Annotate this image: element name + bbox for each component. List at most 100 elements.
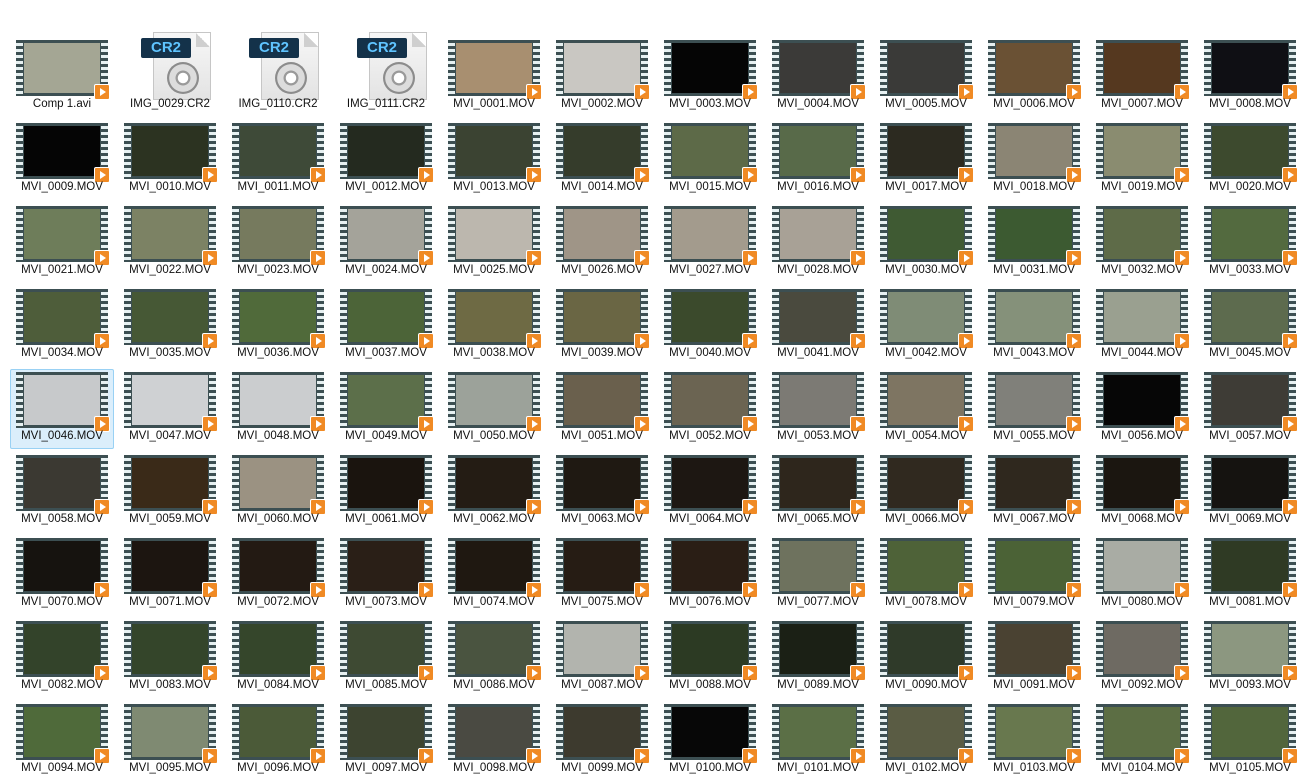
video-file-item[interactable]: MVI_0053.MOV [766,369,870,449]
video-file-item[interactable]: MVI_0054.MOV [874,369,978,449]
cr2-file-item[interactable]: CR2 IMG_0110.CR2 [226,32,330,117]
video-file-item[interactable]: MVI_0088.MOV [658,618,762,698]
video-file-item[interactable]: MVI_0004.MOV [766,37,870,117]
video-file-item[interactable]: MVI_0064.MOV [658,452,762,532]
video-file-item[interactable]: MVI_0092.MOV [1090,618,1194,698]
video-file-item[interactable]: MVI_0005.MOV [874,37,978,117]
video-file-item[interactable]: MVI_0066.MOV [874,452,978,532]
cr2-file-item[interactable]: CR2 IMG_0111.CR2 [334,32,438,117]
video-file-item[interactable]: MVI_0071.MOV [118,535,222,615]
video-file-item[interactable]: MVI_0030.MOV [874,203,978,283]
video-file-item[interactable]: MVI_0033.MOV [1198,203,1302,283]
video-file-item[interactable]: MVI_0095.MOV [118,701,222,781]
video-file-item[interactable]: MVI_0016.MOV [766,120,870,200]
video-file-item[interactable]: MVI_0035.MOV [118,286,222,366]
video-file-item[interactable]: Comp 1.avi [10,37,114,117]
video-file-item[interactable]: MVI_0059.MOV [118,452,222,532]
video-file-item[interactable]: MVI_0040.MOV [658,286,762,366]
video-file-item[interactable]: MVI_0073.MOV [334,535,438,615]
video-file-item[interactable]: MVI_0044.MOV [1090,286,1194,366]
video-file-item[interactable]: MVI_0085.MOV [334,618,438,698]
video-file-item[interactable]: MVI_0032.MOV [1090,203,1194,283]
video-file-item[interactable]: MVI_0046.MOV [10,369,114,449]
video-file-item[interactable]: MVI_0020.MOV [1198,120,1302,200]
video-file-item[interactable]: MVI_0051.MOV [550,369,654,449]
video-file-item[interactable]: MVI_0048.MOV [226,369,330,449]
video-file-item[interactable]: MVI_0104.MOV [1090,701,1194,781]
video-file-item[interactable]: MVI_0038.MOV [442,286,546,366]
video-file-item[interactable]: MVI_0006.MOV [982,37,1086,117]
video-file-item[interactable]: MVI_0105.MOV [1198,701,1302,781]
video-file-item[interactable]: MVI_0077.MOV [766,535,870,615]
video-file-item[interactable]: MVI_0036.MOV [226,286,330,366]
video-file-item[interactable]: MVI_0050.MOV [442,369,546,449]
video-file-item[interactable]: MVI_0043.MOV [982,286,1086,366]
video-file-item[interactable]: MVI_0018.MOV [982,120,1086,200]
video-file-item[interactable]: MVI_0008.MOV [1198,37,1302,117]
video-file-item[interactable]: MVI_0094.MOV [10,701,114,781]
video-file-item[interactable]: MVI_0091.MOV [982,618,1086,698]
video-file-item[interactable]: MVI_0021.MOV [10,203,114,283]
video-file-item[interactable]: MVI_0080.MOV [1090,535,1194,615]
video-file-item[interactable]: MVI_0093.MOV [1198,618,1302,698]
video-file-item[interactable]: MVI_0057.MOV [1198,369,1302,449]
video-file-item[interactable]: MVI_0097.MOV [334,701,438,781]
video-file-item[interactable]: MVI_0076.MOV [658,535,762,615]
video-file-item[interactable]: MVI_0063.MOV [550,452,654,532]
video-file-item[interactable]: MVI_0031.MOV [982,203,1086,283]
video-file-item[interactable]: MVI_0102.MOV [874,701,978,781]
video-file-item[interactable]: MVI_0047.MOV [118,369,222,449]
video-file-item[interactable]: MVI_0010.MOV [118,120,222,200]
video-file-item[interactable]: MVI_0024.MOV [334,203,438,283]
video-file-item[interactable]: MVI_0011.MOV [226,120,330,200]
video-file-item[interactable]: MVI_0087.MOV [550,618,654,698]
video-file-item[interactable]: MVI_0075.MOV [550,535,654,615]
video-file-item[interactable]: MVI_0052.MOV [658,369,762,449]
video-file-item[interactable]: MVI_0099.MOV [550,701,654,781]
video-file-item[interactable]: MVI_0101.MOV [766,701,870,781]
cr2-file-item[interactable]: CR2 IMG_0029.CR2 [118,32,222,117]
video-file-item[interactable]: MVI_0068.MOV [1090,452,1194,532]
video-file-item[interactable]: MVI_0078.MOV [874,535,978,615]
video-file-item[interactable]: MVI_0039.MOV [550,286,654,366]
video-file-item[interactable]: MVI_0090.MOV [874,618,978,698]
video-file-item[interactable]: MVI_0055.MOV [982,369,1086,449]
video-file-item[interactable]: MVI_0026.MOV [550,203,654,283]
video-file-item[interactable]: MVI_0083.MOV [118,618,222,698]
video-file-item[interactable]: MVI_0015.MOV [658,120,762,200]
video-file-item[interactable]: MVI_0017.MOV [874,120,978,200]
video-file-item[interactable]: MVI_0067.MOV [982,452,1086,532]
video-file-item[interactable]: MVI_0096.MOV [226,701,330,781]
video-file-item[interactable]: MVI_0013.MOV [442,120,546,200]
video-file-item[interactable]: MVI_0058.MOV [10,452,114,532]
video-file-item[interactable]: MVI_0025.MOV [442,203,546,283]
video-file-item[interactable]: MVI_0034.MOV [10,286,114,366]
video-file-item[interactable]: MVI_0037.MOV [334,286,438,366]
video-file-item[interactable]: MVI_0081.MOV [1198,535,1302,615]
video-file-item[interactable]: MVI_0002.MOV [550,37,654,117]
video-file-item[interactable]: MVI_0045.MOV [1198,286,1302,366]
video-file-item[interactable]: MVI_0012.MOV [334,120,438,200]
video-file-item[interactable]: MVI_0061.MOV [334,452,438,532]
video-file-item[interactable]: MVI_0009.MOV [10,120,114,200]
video-file-item[interactable]: MVI_0065.MOV [766,452,870,532]
video-file-item[interactable]: MVI_0019.MOV [1090,120,1194,200]
video-file-item[interactable]: MVI_0072.MOV [226,535,330,615]
video-file-item[interactable]: MVI_0062.MOV [442,452,546,532]
video-file-item[interactable]: MVI_0086.MOV [442,618,546,698]
video-file-item[interactable]: MVI_0089.MOV [766,618,870,698]
video-file-item[interactable]: MVI_0027.MOV [658,203,762,283]
video-file-item[interactable]: MVI_0082.MOV [10,618,114,698]
video-file-item[interactable]: MVI_0060.MOV [226,452,330,532]
video-file-item[interactable]: MVI_0003.MOV [658,37,762,117]
video-file-item[interactable]: MVI_0100.MOV [658,701,762,781]
video-file-item[interactable]: MVI_0041.MOV [766,286,870,366]
video-file-item[interactable]: MVI_0014.MOV [550,120,654,200]
video-file-item[interactable]: MVI_0070.MOV [10,535,114,615]
video-file-item[interactable]: MVI_0023.MOV [226,203,330,283]
video-file-item[interactable]: MVI_0079.MOV [982,535,1086,615]
video-file-item[interactable]: MVI_0001.MOV [442,37,546,117]
video-file-item[interactable]: MVI_0069.MOV [1198,452,1302,532]
video-file-item[interactable]: MVI_0028.MOV [766,203,870,283]
video-file-item[interactable]: MVI_0098.MOV [442,701,546,781]
